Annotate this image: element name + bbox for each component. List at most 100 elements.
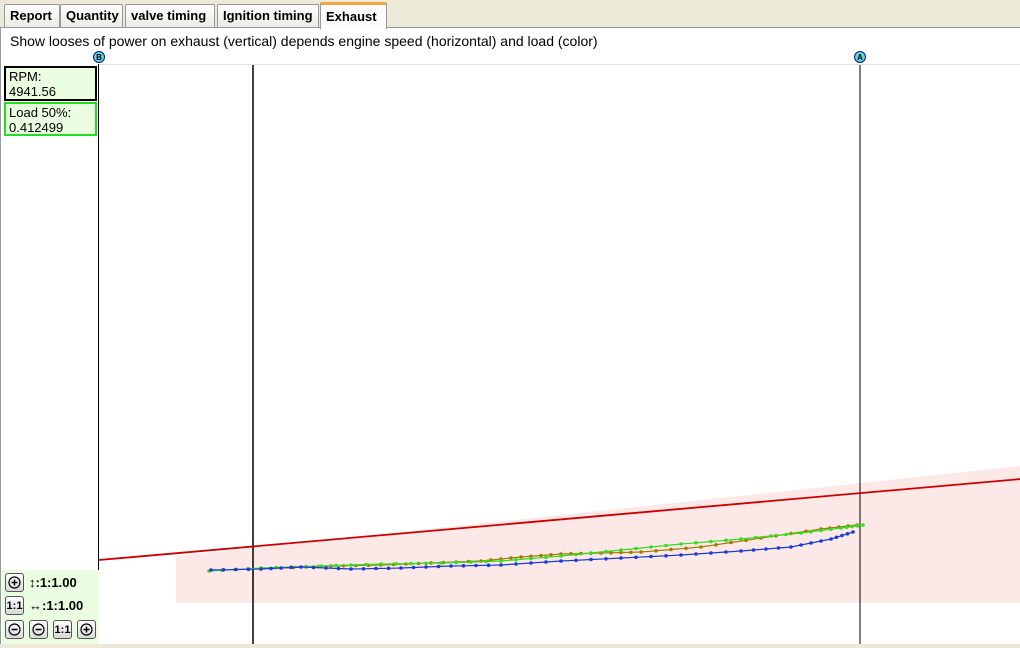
marker-b-label: B — [96, 52, 102, 62]
data-point — [544, 560, 548, 564]
load-band — [176, 466, 1020, 603]
data-point — [486, 563, 491, 568]
data-point — [364, 562, 368, 567]
marker-a[interactable]: A — [854, 51, 866, 63]
data-point — [299, 565, 303, 569]
data-point — [529, 556, 533, 561]
data-point — [840, 533, 844, 538]
data-point — [544, 555, 548, 560]
data-point — [619, 556, 623, 560]
data-point — [729, 540, 733, 545]
data-point — [246, 567, 251, 572]
data-point — [336, 566, 341, 571]
data-point — [469, 560, 473, 564]
data-point — [589, 557, 593, 562]
exhaust-chart[interactable] — [1, 28, 1020, 645]
data-point — [221, 568, 226, 572]
data-point — [764, 547, 768, 551]
data-point — [574, 552, 578, 557]
data-point — [829, 537, 833, 541]
marker-b[interactable]: B — [93, 51, 105, 63]
data-point — [529, 561, 533, 565]
data-point — [639, 550, 643, 554]
data-point — [664, 554, 668, 558]
data-point — [664, 543, 668, 548]
data-point — [449, 564, 453, 568]
data-point — [589, 551, 593, 555]
data-point — [724, 538, 728, 543]
tab-exhaust[interactable]: Exhaust — [320, 2, 387, 29]
data-point — [739, 537, 743, 541]
data-point — [850, 524, 854, 529]
data-point — [409, 561, 413, 566]
data-point — [845, 532, 850, 536]
data-point — [454, 560, 458, 565]
status-strip — [0, 644, 1020, 648]
data-point — [324, 566, 328, 570]
data-point — [439, 561, 443, 565]
data-point — [751, 548, 756, 552]
data-point — [739, 549, 743, 553]
data-point — [776, 546, 781, 550]
data-point — [514, 562, 518, 566]
data-point — [679, 553, 683, 557]
data-point — [799, 531, 803, 535]
data-point — [654, 549, 658, 553]
data-point — [799, 543, 803, 547]
data-point — [649, 545, 653, 549]
data-point — [694, 541, 698, 545]
data-point — [714, 543, 718, 547]
data-point — [819, 539, 823, 543]
data-point — [819, 528, 823, 533]
tab-valve-timing[interactable]: valve timing — [125, 4, 215, 27]
data-point — [394, 562, 398, 566]
tab-report[interactable]: Report — [4, 4, 60, 27]
data-point — [311, 565, 316, 570]
data-point — [809, 541, 813, 545]
data-point — [861, 523, 865, 527]
data-point — [269, 566, 273, 571]
data-point — [539, 553, 543, 558]
data-point — [509, 556, 513, 560]
data-point — [604, 557, 608, 561]
tab-ignition-timing[interactable]: Ignition timing — [217, 4, 319, 27]
data-point — [834, 535, 839, 540]
data-point — [349, 563, 353, 567]
data-point — [839, 526, 843, 530]
data-point — [829, 527, 833, 532]
data-point — [484, 559, 488, 564]
data-point — [754, 535, 758, 540]
data-point — [844, 525, 849, 530]
data-point — [784, 532, 788, 537]
data-point — [604, 549, 608, 554]
data-point — [499, 563, 503, 567]
data-point — [259, 567, 263, 571]
data-point — [574, 558, 578, 563]
data-point — [549, 553, 553, 557]
data-point — [855, 524, 860, 528]
data-point — [334, 563, 338, 568]
data-point — [349, 567, 353, 571]
data-point — [399, 566, 403, 570]
data-point — [709, 551, 713, 555]
data-point — [789, 545, 793, 549]
data-point — [669, 547, 673, 552]
exhaust-panel: Show looses of power on exhaust (vertica… — [0, 28, 1020, 645]
data-point — [361, 567, 366, 571]
app-window: Report Quantity valve timing Ignition ti… — [0, 0, 1020, 648]
data-point — [379, 562, 383, 566]
data-point — [289, 565, 293, 570]
tab-bar: Report Quantity valve timing Ignition ti… — [0, 0, 1020, 29]
data-point — [724, 550, 728, 554]
data-point — [769, 534, 773, 538]
data-point — [809, 530, 813, 534]
data-point — [474, 563, 478, 568]
data-point — [519, 555, 523, 559]
data-point — [209, 568, 213, 572]
tab-quantity[interactable]: Quantity — [60, 4, 123, 27]
data-point — [634, 546, 638, 551]
data-point — [436, 564, 441, 569]
data-point — [279, 566, 283, 570]
data-point — [559, 554, 563, 558]
data-point — [386, 566, 391, 571]
